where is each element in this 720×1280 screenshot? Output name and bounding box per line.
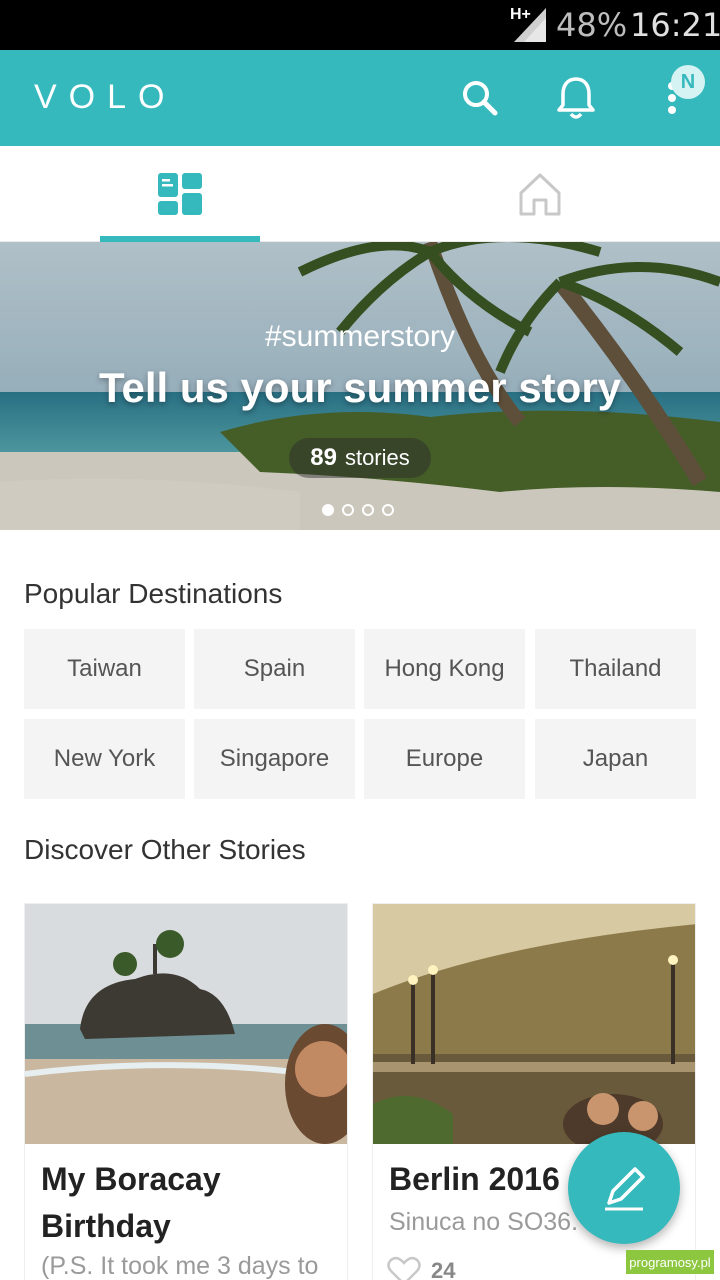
battery-level: 48%: [556, 6, 628, 44]
carousel-dot[interactable]: [342, 504, 354, 516]
tab-feed[interactable]: [0, 146, 360, 242]
network-type: H+: [510, 6, 531, 23]
story-cover-image: [25, 904, 347, 1144]
destinations-grid: Taiwan Spain Hong Kong Thailand New York…: [24, 629, 696, 799]
carousel-indicator: [322, 504, 394, 516]
stories-label: stories: [344, 445, 410, 470]
bell-icon: [557, 77, 595, 119]
popular-destinations-title: Popular Destinations: [24, 578, 283, 609]
search-button[interactable]: [450, 68, 510, 128]
carousel-dot[interactable]: [322, 504, 334, 516]
tab-home[interactable]: [360, 146, 720, 242]
app-bar: VOLO: [0, 50, 720, 146]
likes-count: 24: [431, 1258, 456, 1280]
destination-chip[interactable]: Hong Kong: [364, 629, 525, 709]
status-bar: H+ 48% 16:21: [0, 0, 720, 50]
home-icon: [519, 173, 561, 216]
stories-count: 89: [310, 444, 337, 471]
pencil-icon: [605, 1167, 645, 1211]
carousel-dot[interactable]: [362, 504, 374, 516]
banner-title: Tell us your summer story: [98, 364, 622, 411]
destination-chip[interactable]: Singapore: [194, 719, 355, 799]
likes[interactable]: 24: [387, 1256, 455, 1280]
dashboard-icon: [158, 173, 202, 215]
destination-chip[interactable]: Taiwan: [24, 629, 185, 709]
watermark: programosy.pl: [626, 1250, 714, 1274]
heart-icon: [387, 1256, 421, 1280]
destination-chip[interactable]: Europe: [364, 719, 525, 799]
story-card[interactable]: My Boracay Birthday (P.S. It took me 3 d…: [24, 903, 348, 1280]
story-cover-image: [373, 904, 695, 1144]
banner-hashtag: #summerstory: [264, 320, 456, 353]
app-logo: VOLO: [34, 78, 177, 116]
discover-stories-title: Discover Other Stories: [24, 834, 306, 865]
carousel-dot[interactable]: [382, 504, 394, 516]
search-icon: [463, 81, 498, 116]
story-description: (P.S. It took me 3 days to: [41, 1252, 319, 1280]
destination-chip[interactable]: Spain: [194, 629, 355, 709]
stories-count-pill: 89 stories: [289, 438, 431, 478]
story-description: Sinuca no SO36.: [389, 1208, 579, 1236]
clock: 16:21: [630, 6, 720, 44]
notifications-button[interactable]: [546, 68, 606, 128]
featured-banner[interactable]: #summerstory Tell us your summer story 8…: [0, 242, 720, 530]
destination-chip[interactable]: Thailand: [535, 629, 696, 709]
notification-badge: N: [671, 65, 705, 99]
destination-chip[interactable]: Japan: [535, 719, 696, 799]
tab-bar: [0, 146, 720, 242]
write-story-fab[interactable]: [568, 1132, 680, 1244]
story-title: My Boracay Birthday: [41, 1161, 221, 1244]
destination-chip[interactable]: New York: [24, 719, 185, 799]
